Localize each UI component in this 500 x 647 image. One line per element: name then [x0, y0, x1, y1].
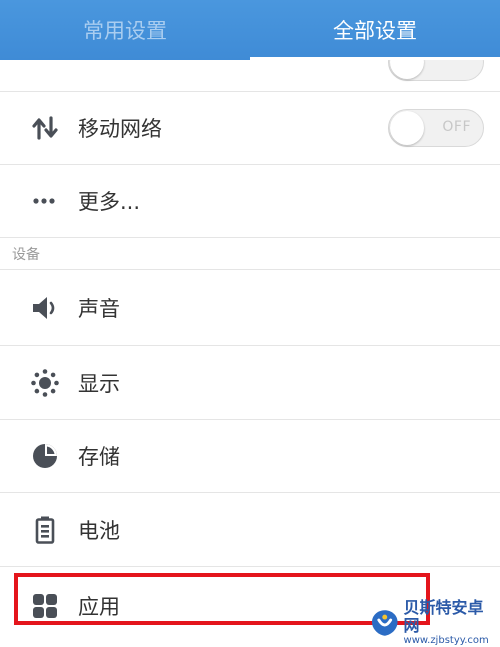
settings-row-sound[interactable]: 声音	[0, 270, 500, 346]
settings-row-partial[interactable]	[0, 43, 500, 92]
settings-row-display[interactable]: 显示	[0, 346, 500, 420]
toggle-knob	[390, 111, 424, 145]
mobile-data-arrows-icon	[30, 113, 60, 143]
tab-all-settings[interactable]: 全部设置	[250, 0, 500, 60]
apps-label: 应用	[78, 595, 120, 619]
settings-row-mobile-network[interactable]: 移动网络 OFF	[0, 92, 500, 165]
watermark-url: www.zjbstyy.com	[403, 635, 489, 646]
toggle-state-text: OFF	[442, 119, 471, 135]
brightness-sun-icon	[30, 368, 60, 398]
mobile-network-label: 移动网络	[78, 117, 162, 141]
settings-row-battery[interactable]: 电池	[0, 493, 500, 567]
storage-pie-icon	[30, 441, 60, 471]
watermark-title: 贝斯特安卓网	[403, 598, 484, 635]
battery-icon	[30, 515, 60, 545]
speaker-icon	[30, 293, 60, 323]
mobile-network-toggle[interactable]: OFF	[388, 109, 484, 147]
more-label: 更多...	[78, 190, 141, 214]
settings-row-more[interactable]: 更多...	[0, 165, 500, 238]
sound-label: 声音	[78, 296, 120, 321]
more-dots-icon	[30, 186, 60, 216]
watermark: 贝斯特安卓网 www.zjbstyy.com	[370, 599, 498, 646]
settings-tab-bar: 常用设置 全部设置	[0, 0, 500, 60]
battery-label: 电池	[78, 518, 120, 543]
watermark-logo-icon	[371, 610, 398, 636]
apps-grid-icon	[30, 591, 60, 621]
section-header-device: 设备	[0, 238, 500, 270]
settings-row-storage[interactable]: 存储	[0, 420, 500, 493]
storage-label: 存储	[78, 445, 120, 469]
tab-common-settings[interactable]: 常用设置	[0, 0, 250, 60]
display-label: 显示	[78, 371, 120, 396]
